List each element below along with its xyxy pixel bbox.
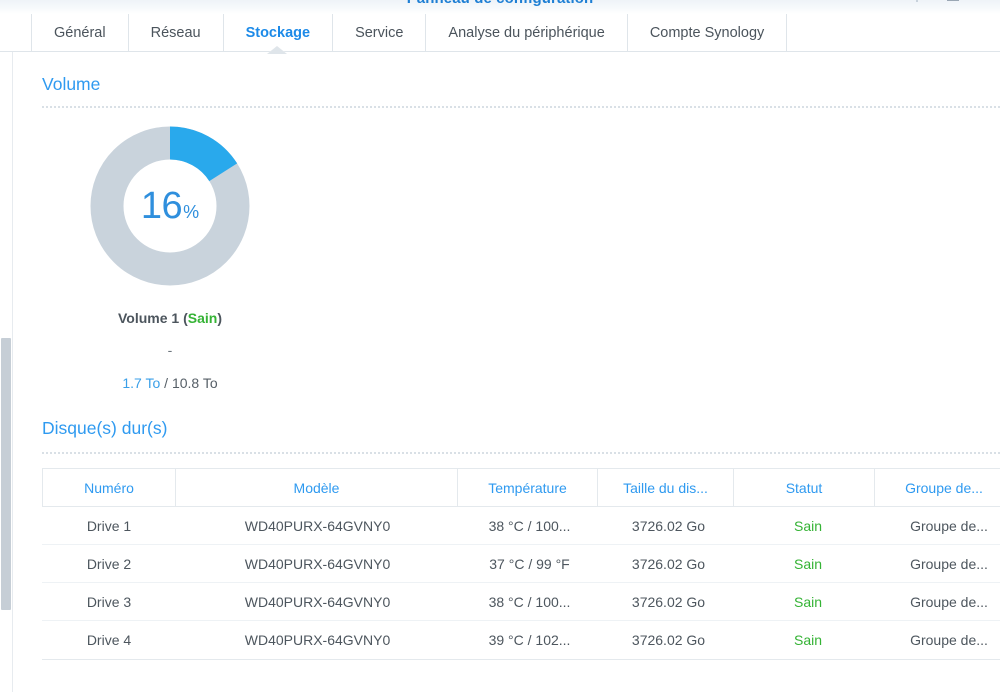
cell-temperature: 39 °C / 102... [459,621,600,659]
disks-table: Numéro Modèle Température Taille du dis.… [42,468,1000,660]
volume-capacity-separator: / [160,375,172,391]
page-scrollbar[interactable] [0,52,13,692]
cell-taille: 3726.02 Go [600,507,737,544]
control-panel-window: Panneau de configuration Général Réseau … [0,0,1000,692]
volume-subtext: - [14,342,326,358]
disks-section-heading: Disque(s) dur(s) [42,418,167,439]
cell-numero: Drive 2 [42,545,176,582]
tab-label: Compte Synology [650,25,764,41]
disks-table-header-row: Numéro Modèle Température Taille du dis.… [42,469,1000,507]
cell-temperature: 37 °C / 99 °F [459,545,600,582]
tab-label: Réseau [151,25,201,41]
cell-numero: Drive 3 [42,583,176,620]
cell-taille: 3726.02 Go [600,583,737,620]
cell-temperature: 38 °C / 100... [459,507,600,544]
volume-section-divider [42,106,1000,108]
page-scrollbar-thumb[interactable] [1,338,11,610]
donut-center-label: 16 % [90,126,250,286]
tab-bar: Général Réseau Stockage Service Analyse … [0,14,1000,52]
volume-status-badge: Sain [188,310,218,326]
cell-modele: WD40PURX-64GVNY0 [176,583,459,620]
column-header-taille[interactable]: Taille du dis... [597,469,734,506]
cell-numero: Drive 4 [42,621,176,659]
tab-general[interactable]: Général [31,14,128,52]
cell-taille: 3726.02 Go [600,621,737,659]
active-tab-pointer [268,46,286,53]
tab-analyse-peripherique[interactable]: Analyse du périphérique [425,14,626,52]
donut-percent-value: 16 [141,187,182,225]
cell-modele: WD40PURX-64GVNY0 [176,621,459,659]
donut-percent-symbol: % [183,203,199,221]
table-row[interactable]: Drive 3 WD40PURX-64GVNY0 38 °C / 100... … [42,583,1000,621]
maximize-button[interactable] [978,0,992,4]
window-titlebar: Panneau de configuration [0,0,1000,14]
cell-modele: WD40PURX-64GVNY0 [176,545,459,582]
cell-groupe: Groupe de... [879,545,1000,582]
window-controls [914,0,992,4]
column-header-statut[interactable]: Statut [733,469,875,506]
cell-modele: WD40PURX-64GVNY0 [176,507,459,544]
pin-button[interactable] [914,0,928,4]
tab-label: Général [54,25,106,41]
table-row[interactable]: Drive 2 WD40PURX-64GVNY0 37 °C / 99 °F 3… [42,545,1000,583]
table-row[interactable]: Drive 1 WD40PURX-64GVNY0 38 °C / 100... … [42,507,1000,545]
tab-label: Service [355,25,403,41]
volume-usage-donut-chart: 16 % [90,126,250,286]
cell-statut: Sain [737,545,879,582]
column-header-temperature[interactable]: Température [457,469,598,506]
tab-label: Analyse du périphérique [448,25,604,41]
cell-numero: Drive 1 [42,507,176,544]
tab-service[interactable]: Service [332,14,425,52]
cell-statut: Sain [737,507,879,544]
disks-section-divider [42,452,1000,454]
cell-groupe: Groupe de... [879,583,1000,620]
cell-temperature: 38 °C / 100... [459,583,600,620]
cell-groupe: Groupe de... [879,507,1000,544]
column-header-modele[interactable]: Modèle [175,469,458,506]
volume-label-suffix: ) [217,310,222,326]
tab-reseau[interactable]: Réseau [128,14,223,52]
volume-used-capacity: 1.7 To [122,375,160,391]
storage-content: Volume 16 % Volume 1 (Sain) - 1.7 To / 1… [14,52,1000,692]
tab-compte-synology[interactable]: Compte Synology [627,14,787,52]
volume-label-prefix: Volume 1 ( [118,310,188,326]
cell-groupe: Groupe de... [879,621,1000,659]
column-header-numero[interactable]: Numéro [42,469,176,506]
window-title: Panneau de configuration [0,0,1000,7]
volume-section-heading: Volume [42,74,100,95]
minimize-button[interactable] [946,0,960,4]
column-header-groupe[interactable]: Groupe de... [874,469,1000,506]
volume-total-capacity: 10.8 To [172,375,218,391]
cell-taille: 3726.02 Go [600,545,737,582]
cell-statut: Sain [737,583,879,620]
cell-statut: Sain [737,621,879,659]
volume-name-status: Volume 1 (Sain) [14,310,326,326]
tab-label: Stockage [246,25,310,41]
volume-capacity: 1.7 To / 10.8 To [14,375,326,391]
table-row[interactable]: Drive 4 WD40PURX-64GVNY0 39 °C / 102... … [42,621,1000,659]
